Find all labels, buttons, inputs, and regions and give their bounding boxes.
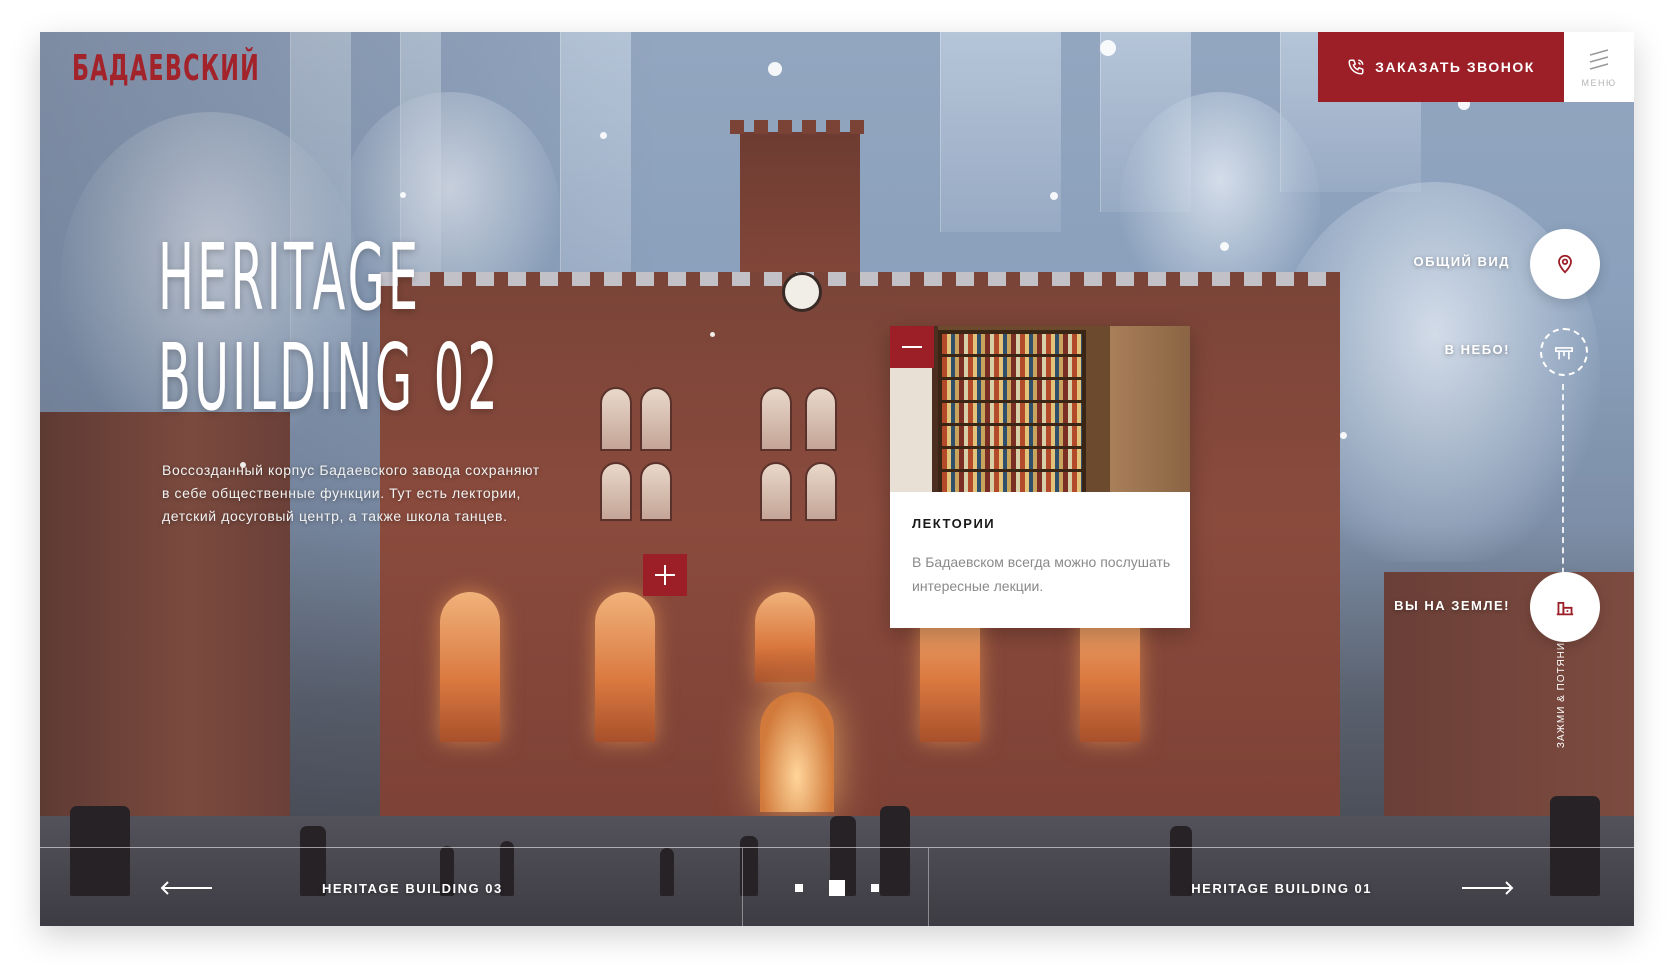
background-tower [940,32,1061,232]
snowflake [600,132,607,139]
observation-deck-icon [1555,347,1573,360]
snowflake [1220,242,1229,251]
sky-view-button[interactable] [1540,328,1588,376]
clock-icon [782,272,822,312]
page-title-line-2: BUILDING 02 [158,324,501,431]
previous-building-label: HERITAGE BUILDING 03 [322,880,503,896]
building-window [805,387,837,451]
ground-view-button[interactable] [1530,572,1600,642]
building-window [600,387,632,451]
next-building-label: HERITAGE BUILDING 01 [1191,880,1372,896]
building-icon [1556,602,1574,616]
building-window [640,462,672,521]
building-window [600,462,632,521]
building-window [760,462,792,521]
building-window-lit [595,592,655,742]
ground-view-label: ВЫ НА ЗЕМЛЕ! [1394,598,1510,613]
arrow-left-icon [160,881,212,895]
building-entrance [760,692,834,812]
snowflake [768,62,782,76]
heritage-building [380,272,1340,892]
pager-dot-3[interactable] [871,884,879,892]
phone-icon [1348,59,1364,75]
info-card-lectures: ЛЕКТОРИИ В Бадаевском всегда можно послу… [890,326,1190,628]
next-building-button[interactable]: HERITAGE BUILDING 01 [1191,868,1514,908]
location-pin-icon [1558,254,1572,274]
hotspot-plus-button[interactable] [643,554,687,596]
building-pager: HERITAGE BUILDING 03 HERITAGE BUILDING 0… [40,847,1634,926]
bookshelf [938,330,1086,492]
close-card-button[interactable] [890,326,934,368]
building-window [760,387,792,451]
page-title-line-1: HERITAGE [158,224,422,331]
general-view-label: ОБЩИЙ ВИД [1413,254,1510,269]
hero-description: Воссозданный корпус Бадаевского завода с… [162,462,540,524]
snowflake [1340,432,1347,439]
page-title: HERITAGE BUILDING 02 [158,228,501,428]
pager-dot-1[interactable] [795,884,803,892]
sky-view-label: В НЕБО! [1444,342,1510,357]
drag-track[interactable] [1562,384,1564,584]
building-window-lit [755,592,815,682]
building-window [805,462,837,521]
snowflake [1100,40,1116,56]
general-view-button[interactable] [1530,229,1600,299]
pager-divider [742,848,743,926]
building-window-lit [440,592,500,742]
pager-dots [795,880,879,896]
library-ladder-area [1110,326,1190,492]
previous-building-button[interactable]: HERITAGE BUILDING 03 [160,868,503,908]
app-frame: БАДАЕВСКИЙ ЗАКАЗАТЬ ЗВОНОК МЕНЮ HERITAGE… [40,32,1634,926]
info-card-title: ЛЕКТОРИИ [912,516,996,531]
view-side-nav: ОБЩИЙ ВИД В НЕБО! ЗАЖМИ & ПОТЯНИ НАВЕРХ … [1374,32,1634,748]
pager-dot-2-active[interactable] [829,880,845,896]
snowflake [710,332,715,337]
snowflake [1050,192,1058,200]
library-photo [890,326,1190,492]
pager-divider [928,848,929,926]
arrow-right-icon [1462,881,1514,895]
building-window [640,387,672,451]
snowflake [400,192,406,198]
info-card-text: В Бадаевском всегда можно послушать инте… [912,554,1171,594]
logo[interactable]: БАДАЕВСКИЙ [72,48,260,89]
